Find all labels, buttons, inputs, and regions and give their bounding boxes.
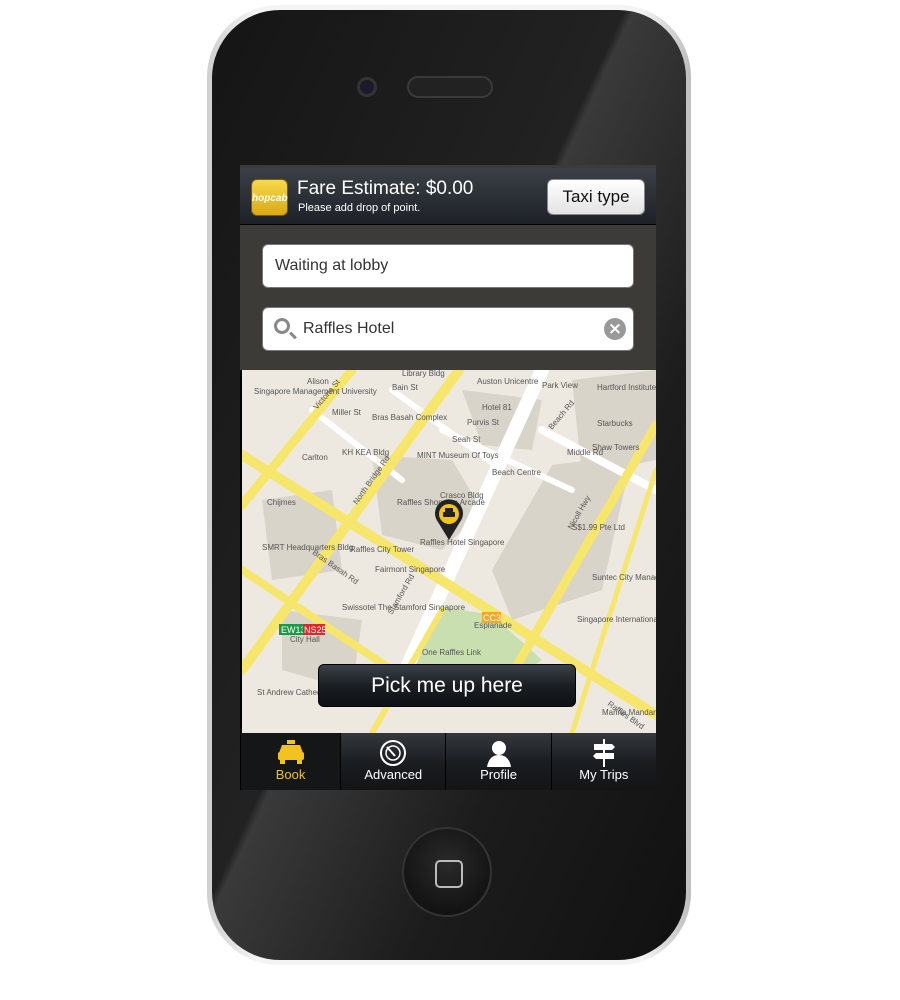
map-label: Raffles City Tower [350, 545, 415, 554]
map-label: Starbucks [597, 419, 633, 428]
fare-header: hopcab Fare Estimate: $0.00 Please add d… [240, 168, 656, 225]
tab-advanced[interactable]: Advanced [340, 733, 445, 790]
clear-icon[interactable]: × [604, 318, 626, 340]
pickup-note-input[interactable]: Waiting at lobby [262, 244, 634, 288]
map-label: Miller St [332, 408, 362, 417]
tab-label: Profile [480, 767, 517, 782]
map-label: Library Bldg [402, 370, 445, 378]
tab-bar: Book Advanced Profile My Trips [240, 733, 656, 790]
front-camera [357, 77, 377, 97]
signpost-icon [592, 739, 615, 767]
earpiece-speaker [407, 76, 493, 98]
home-button[interactable] [402, 827, 492, 917]
map-label: Beach Centre [492, 468, 541, 477]
map-label: One Raffles Link [422, 648, 482, 657]
map-label: Seah St [452, 435, 481, 444]
map-label: Carlton [302, 453, 328, 462]
search-icon [274, 318, 290, 334]
map-label: Bras Basah Complex [372, 413, 447, 422]
map-label: Chijmes [267, 498, 296, 507]
map-label: Crasco Bldg [440, 491, 484, 500]
search-value: Raffles Hotel [303, 320, 395, 337]
station-ew13: EW13 [281, 625, 306, 635]
map-label: City Hall [290, 635, 320, 644]
map-label: Swissotel The Stamford Singapore [342, 603, 466, 612]
map-label: Singapore International Convention & Exi… [577, 615, 656, 624]
taxi-type-button[interactable]: Taxi type [547, 179, 645, 215]
map-label: Purvis St [467, 418, 500, 427]
tab-label: Advanced [364, 767, 423, 782]
hopcab-logo: hopcab [251, 179, 288, 216]
location-search-input[interactable]: Raffles Hotel × [262, 307, 634, 351]
map-label: Singapore Management University [254, 387, 377, 396]
tab-profile[interactable]: Profile [445, 733, 550, 790]
station-ns25: NS25 [304, 625, 327, 635]
map-label: Beach Rd [547, 399, 576, 432]
station-cc3: CC3 [483, 613, 501, 623]
fare-estimate: Fare Estimate: $0.00 [297, 178, 474, 199]
map-label: Shaw Towers [592, 443, 639, 452]
map-label: Alison [307, 377, 329, 386]
tab-my-trips[interactable]: My Trips [550, 733, 656, 790]
map-label: Hotel 81 [482, 403, 512, 412]
map-label: Hartford Institute Singapore [597, 383, 656, 392]
pick-me-up-button[interactable]: Pick me up here [318, 664, 576, 707]
map-label: Suntec City Management Pte [592, 573, 656, 582]
map-label: SMRT Headquarters Bldg [262, 543, 353, 552]
taxi-icon [277, 740, 304, 764]
map-label: Raffles Hotel Singapore [420, 538, 505, 547]
person-icon [486, 741, 511, 767]
map-label: Bain St [392, 383, 419, 392]
map-label: MINT Museum Of Toys [417, 451, 499, 460]
tab-book[interactable]: Book [240, 733, 341, 790]
home-square-icon [435, 860, 463, 888]
tab-label: Book [275, 767, 306, 782]
map-label: Fairmont Singapore [375, 565, 446, 574]
map-label: Auston Unicentre [477, 377, 539, 386]
map-label: S$1.99 Pte Ltd [572, 523, 625, 532]
map-label: Park View [542, 381, 578, 390]
radar-icon [380, 740, 407, 766]
tab-label: My Trips [579, 767, 629, 782]
map-label: Marina Mandarin [602, 708, 656, 717]
fare-subtitle: Please add drop of point. [298, 202, 421, 214]
app-screen: hopcab Fare Estimate: $0.00 Please add d… [240, 165, 656, 790]
